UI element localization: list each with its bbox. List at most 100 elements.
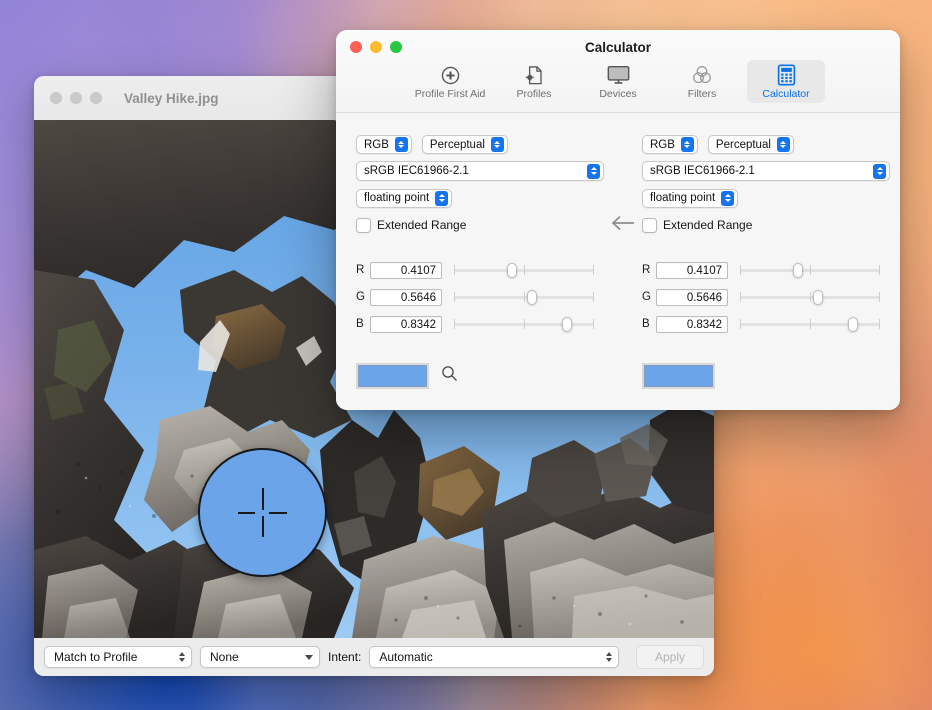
venn-circles-icon <box>691 64 713 86</box>
slider-tick-mid <box>524 319 525 329</box>
calculator-icon <box>777 64 796 86</box>
calculator-toolbar[interactable]: Profile First Aid Profiles Devices Filte… <box>336 60 900 103</box>
slider-tick-mid <box>810 265 811 275</box>
slider-tick-min <box>454 292 455 302</box>
left-extended-range-checkbox[interactable] <box>356 217 371 233</box>
left-channel-value-r[interactable]: 0.4107 <box>370 261 442 279</box>
right-color-swatch[interactable] <box>642 363 715 389</box>
left-channel-name-g: G <box>356 291 365 303</box>
left-channel-value-b[interactable]: 0.8342 <box>370 315 442 333</box>
calculator-body: RGB Perceptual sRGB IEC61966-2.1 floatin… <box>336 113 900 410</box>
slider-tick-max <box>879 319 880 329</box>
left-color-swatch[interactable] <box>356 363 429 389</box>
right-swatch-row <box>642 363 715 389</box>
left-encoding-label: floating point <box>364 192 430 204</box>
loupe-magnifier[interactable] <box>198 448 327 577</box>
image-bottom-toolbar[interactable]: Match to Profile None Intent: Automatic … <box>34 638 714 676</box>
slider-thumb[interactable] <box>793 263 804 278</box>
slider-thumb[interactable] <box>848 317 859 332</box>
zoom-button[interactable] <box>90 92 102 104</box>
slider-tick-min <box>740 292 741 302</box>
left-color-space-popup[interactable]: RGB <box>356 135 412 154</box>
right-encoding-row: floating point <box>642 188 890 208</box>
left-channel-slider-r[interactable] <box>454 261 594 279</box>
left-channel-name-b: B <box>356 318 364 330</box>
chevron-updown-icon <box>435 190 449 206</box>
toolbar-item-profile-first-aid[interactable]: Profile First Aid <box>411 60 489 103</box>
document-gear-icon <box>524 64 544 86</box>
chevron-updown-icon <box>587 163 600 179</box>
slider-tick-mid <box>524 265 525 275</box>
left-extended-range-row[interactable]: Extended Range <box>356 217 604 233</box>
slider-thumb[interactable] <box>507 263 518 278</box>
right-channel-row-b: B 0.8342 <box>642 311 890 338</box>
right-color-space-popup[interactable]: RGB <box>642 135 698 154</box>
toolbar-item-devices[interactable]: Devices <box>579 60 657 103</box>
left-encoding-row: floating point <box>356 188 604 208</box>
close-button[interactable] <box>350 41 362 53</box>
left-intent-popup[interactable]: Perceptual <box>421 135 508 154</box>
chevron-updown-icon <box>394 137 408 152</box>
chevron-updown-icon <box>606 652 613 662</box>
right-channel-slider-r[interactable] <box>740 261 880 279</box>
slider-tick-min <box>740 265 741 275</box>
profile-popup[interactable]: None <box>200 646 320 668</box>
right-channel-slider-b[interactable] <box>740 315 880 333</box>
toolbar-item-profiles[interactable]: Profiles <box>495 60 573 103</box>
plus-circle-icon <box>440 64 461 86</box>
left-channel-row-g: G 0.5646 <box>356 284 604 311</box>
left-encoding-popup[interactable]: floating point <box>356 188 453 208</box>
chevron-down-icon <box>305 654 313 660</box>
slider-thumb[interactable] <box>527 290 538 305</box>
zoom-button[interactable] <box>390 41 402 53</box>
right-color-panel: RGB Perceptual sRGB IEC61966-2.1 floatin… <box>642 113 890 338</box>
arrow-left-icon[interactable] <box>603 215 643 235</box>
magnifier-icon[interactable] <box>441 365 458 387</box>
right-channel-value-r[interactable]: 0.4107 <box>656 261 728 279</box>
intent-popup[interactable]: Automatic <box>369 646 620 668</box>
left-channel-value-g[interactable]: 0.5646 <box>370 288 442 306</box>
close-button[interactable] <box>50 92 62 104</box>
chevron-updown-icon <box>873 163 886 179</box>
left-color-panel: RGB Perceptual sRGB IEC61966-2.1 floatin… <box>356 113 604 338</box>
slider-tick-max <box>879 265 880 275</box>
slider-thumb[interactable] <box>562 317 573 332</box>
right-channel-name-r: R <box>642 264 651 276</box>
match-to-profile-popup[interactable]: Match to Profile <box>44 646 192 668</box>
display-icon <box>607 64 630 86</box>
slider-tick-max <box>879 292 880 302</box>
colorsync-calculator-window[interactable]: Calculator Profile First Aid Profiles De… <box>336 30 900 410</box>
right-profile-popup[interactable]: sRGB IEC61966-2.1 <box>642 161 890 181</box>
minimize-button[interactable] <box>70 92 82 104</box>
image-window-traffic-lights[interactable] <box>50 92 102 104</box>
calculator-traffic-lights[interactable] <box>350 41 402 53</box>
left-channel-row-b: B 0.8342 <box>356 311 604 338</box>
left-channel-slider-b[interactable] <box>454 315 594 333</box>
right-intent-popup[interactable]: Perceptual <box>707 135 794 154</box>
apply-button[interactable]: Apply <box>636 645 704 669</box>
minimize-button[interactable] <box>370 41 382 53</box>
right-encoding-popup[interactable]: floating point <box>642 188 739 208</box>
chevron-updown-icon <box>680 137 694 152</box>
right-extended-range-checkbox[interactable] <box>642 217 657 233</box>
left-channel-slider-g[interactable] <box>454 288 594 306</box>
slider-tick-max <box>593 265 594 275</box>
right-channel-name-g: G <box>642 291 651 303</box>
toolbar-label: Devices <box>599 88 637 100</box>
slider-thumb[interactable] <box>813 290 824 305</box>
right-channel-value-b[interactable]: 0.8342 <box>656 315 728 333</box>
right-profile-label: sRGB IEC61966-2.1 <box>650 165 755 177</box>
toolbar-label: Calculator <box>762 88 810 100</box>
right-color-space-label: RGB <box>650 138 675 151</box>
right-channel-slider-g[interactable] <box>740 288 880 306</box>
right-extended-range-row[interactable]: Extended Range <box>642 217 890 233</box>
toolbar-item-calculator[interactable]: Calculator <box>747 60 825 103</box>
right-channel-value-g[interactable]: 0.5646 <box>656 288 728 306</box>
slider-tick-max <box>593 292 594 302</box>
left-profile-popup[interactable]: sRGB IEC61966-2.1 <box>356 161 604 181</box>
left-space-intent-row: RGB Perceptual <box>356 135 604 154</box>
toolbar-item-filters[interactable]: Filters <box>663 60 741 103</box>
left-channel-row-r: R 0.4107 <box>356 257 604 284</box>
toolbar-label: Profiles <box>516 88 552 100</box>
calculator-titlebar[interactable]: Calculator Profile First Aid Profiles De… <box>336 30 900 113</box>
